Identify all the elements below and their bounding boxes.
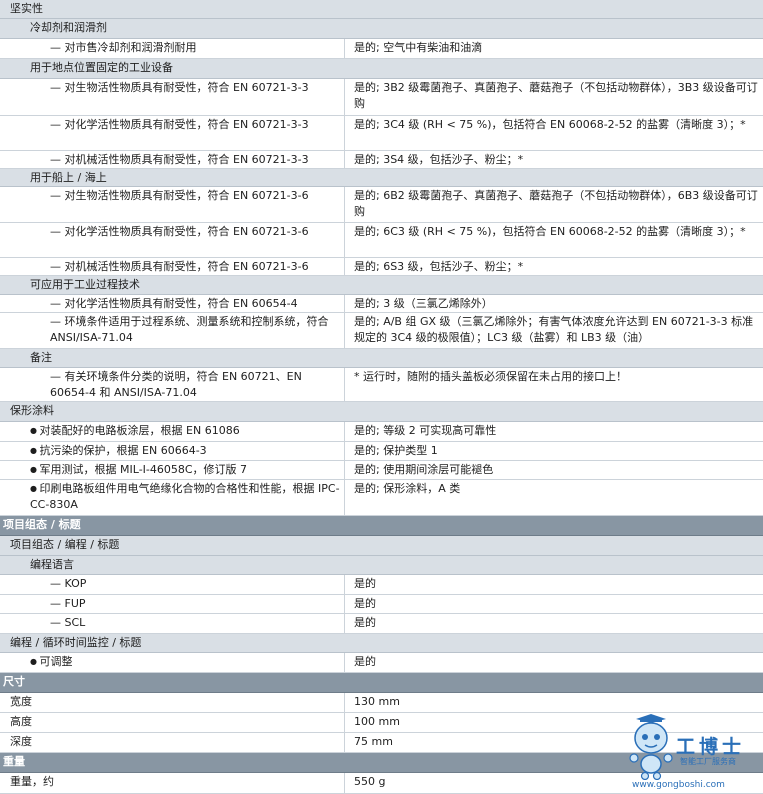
spec-row-width: 宽度 130 mm — [0, 693, 763, 713]
section-header-conformal-coating: 保形涂料 — [0, 402, 763, 422]
spec-label: 对生物活性物质具有耐受性，符合 EN 60721-3-3 — [50, 79, 340, 96]
spec-value: 是的; 保形涂料，A 类 — [354, 482, 461, 495]
spec-row-coating-61086: 对装配好的电路板涂层，根据 EN 61086 是的; 等级 2 可实现高可靠性 — [0, 422, 763, 442]
spec-value: 是的; 6C3 级 (RH < 75 %)，包括符合 EN 60068-2-52… — [354, 225, 746, 238]
spec-row-coating-60664: 抗污染的保护，根据 EN 60664-3 是的; 保护类型 1 — [0, 442, 763, 461]
spec-value: 是的; 保护类型 1 — [354, 444, 438, 457]
spec-value: 是的 — [354, 597, 376, 610]
robot-mascot-icon — [629, 714, 673, 780]
spec-value: 130 mm — [354, 695, 400, 708]
spec-label: FUP — [50, 595, 340, 612]
spec-row-mechanical-3-6: 对机械活性物质具有耐受性，符合 EN 60721-3-6 是的; 6S3 级，包… — [0, 258, 763, 276]
subsection-header-coolants: 冷却剂和润滑剂 — [0, 19, 763, 39]
major-header-configuration: 项目组态 / 标题 — [0, 516, 763, 536]
spec-label: 可调整 — [30, 653, 340, 670]
spec-row-coolant-resistance: 对市售冷却剂和润滑剂耐用 是的; 空气中有柴油和油滴 — [0, 39, 763, 59]
spec-row-adjustable: 可调整 是的 — [0, 653, 763, 673]
spec-label: 对化学活性物质具有耐受性，符合 EN 60721-3-6 — [50, 223, 340, 240]
spec-label: 对化学活性物质具有耐受性，符合 EN 60654-4 — [50, 295, 340, 312]
subsection-title: 备注 — [30, 351, 52, 364]
spec-label: 环境条件适用于过程系统、测量系统和控制系统，符合 ANSI/ISA-71.04 — [50, 313, 340, 346]
spec-value: * 运行时，随附的插头盖板必须保留在未占用的接口上！ — [354, 370, 627, 383]
spec-row-lang-fup: FUP 是的 — [0, 595, 763, 614]
spec-value: 是的 — [354, 655, 376, 668]
subsection-header-stationary-use: 用于地点位置固定的工业设备 — [0, 59, 763, 79]
subsection-title: 冷却剂和润滑剂 — [30, 21, 107, 34]
spec-value: 是的; 使用期间涂层可能褪色 — [354, 463, 494, 476]
watermark-url: www.gongboshi.com — [632, 780, 725, 790]
spec-label: 对机械活性物质具有耐受性，符合 EN 60721-3-3 — [50, 151, 340, 168]
spec-row-lang-scl: SCL 是的 — [0, 614, 763, 634]
spec-row-mechanical-3-3: 对机械活性物质具有耐受性，符合 EN 60721-3-3 是的; 3S4 级，包… — [0, 151, 763, 169]
section-header-programming: 项目组态 / 编程 / 标题 — [0, 536, 763, 556]
spec-label: 深度 — [10, 735, 32, 748]
section-title: 编程 / 循环时间监控 / 标题 — [10, 636, 142, 649]
watermark-logo: 工博士 智能工厂服务商 www.gongboshi.com — [626, 712, 763, 794]
watermark-tagline: 智能工厂服务商 — [680, 757, 736, 766]
spec-row-chemical-3-3: 对化学活性物质具有耐受性，符合 EN 60721-3-3 是的; 3C4 级 (… — [0, 116, 763, 151]
subsection-header-process-tech: 可应用于工业过程技术 — [0, 276, 763, 295]
section-header-cycle-monitoring: 编程 / 循环时间监控 / 标题 — [0, 634, 763, 653]
major-header-dimensions: 尺寸 — [0, 673, 763, 693]
section-header-robustness: 坚实性 — [0, 0, 763, 19]
spec-value: 是的; 6B2 级霉菌孢子、真菌孢子、蘑菇孢子（不包括动物群体），6B3 级设备… — [354, 189, 758, 218]
spec-value: 是的; 3B2 级霉菌孢子、真菌孢子、蘑菇孢子（不包括动物群体），3B3 级设备… — [354, 81, 758, 110]
spec-sheet: 坚实性 冷却剂和润滑剂 对市售冷却剂和润滑剂耐用 是的; 空气中有柴油和油滴 用… — [0, 0, 763, 794]
spec-label: 对市售冷却剂和润滑剂耐用 — [50, 39, 340, 56]
subsection-header-remarks: 备注 — [0, 349, 763, 368]
spec-row-coating-mil: 军用测试，根据 MIL-I-46058C，修订版 7 是的; 使用期间涂层可能褪… — [0, 461, 763, 480]
subsection-title: 用于船上 / 海上 — [30, 171, 107, 184]
spec-value: 是的; 3 级（三氯乙烯除外） — [354, 297, 493, 310]
subsection-title: 用于地点位置固定的工业设备 — [30, 61, 173, 74]
spec-label: 对机械活性物质具有耐受性，符合 EN 60721-3-6 — [50, 258, 340, 275]
spec-label: 宽度 — [10, 695, 32, 708]
spec-value: 是的; A/B 组 GX 级（三氯乙烯除外；有害气体浓度允许达到 EN 6072… — [354, 315, 754, 344]
spec-value: 是的; 3S4 级，包括沙子、粉尘；* — [354, 153, 524, 166]
watermark-brand: 工博士 — [676, 736, 746, 758]
spec-label: 对化学活性物质具有耐受性，符合 EN 60721-3-3 — [50, 116, 340, 133]
subsection-title: 可应用于工业过程技术 — [30, 278, 140, 291]
spec-label: 有关环境条件分类的说明，符合 EN 60721、EN 60654-4 和 ANS… — [50, 368, 340, 401]
subsection-header-ship-use: 用于船上 / 海上 — [0, 169, 763, 187]
spec-value: 是的; 6S3 级，包括沙子、粉尘；* — [354, 260, 524, 273]
spec-label: 高度 — [10, 715, 32, 728]
spec-value: 是的; 等级 2 可实现高可靠性 — [354, 424, 497, 437]
major-title: 项目组态 / 标题 — [3, 518, 81, 531]
spec-row-chemical-60654: 对化学活性物质具有耐受性，符合 EN 60654-4 是的; 3 级（三氯乙烯除… — [0, 295, 763, 313]
spec-label: 抗污染的保护，根据 EN 60664-3 — [30, 442, 340, 459]
spec-row-chemical-3-6: 对化学活性物质具有耐受性，符合 EN 60721-3-6 是的; 6C3 级 (… — [0, 223, 763, 258]
spec-label: 对生物活性物质具有耐受性，符合 EN 60721-3-6 — [50, 187, 340, 204]
spec-label: 重量，约 — [10, 775, 54, 788]
section-title: 保形涂料 — [10, 404, 54, 417]
spec-label: 印刷电路板组件用电气绝缘化合物的合格性和性能，根据 IPC-CC-830A — [30, 480, 340, 513]
spec-value: 是的; 空气中有柴油和油滴 — [354, 41, 483, 54]
spec-label: KOP — [50, 575, 340, 592]
spec-label: 军用测试，根据 MIL-I-46058C，修订版 7 — [30, 461, 340, 478]
spec-value: 是的 — [354, 577, 376, 590]
spec-row-lang-kop: KOP 是的 — [0, 575, 763, 595]
spec-row-biological-3-6: 对生物活性物质具有耐受性，符合 EN 60721-3-6 是的; 6B2 级霉菌… — [0, 187, 763, 223]
section-title: 坚实性 — [10, 2, 43, 15]
spec-row-biological-3-3: 对生物活性物质具有耐受性，符合 EN 60721-3-3 是的; 3B2 级霉菌… — [0, 79, 763, 116]
spec-label: SCL — [50, 614, 340, 631]
spec-label: 对装配好的电路板涂层，根据 EN 61086 — [30, 422, 340, 439]
subsection-header-languages: 编程语言 — [0, 556, 763, 575]
subsection-title: 编程语言 — [30, 558, 74, 571]
spec-row-isa-71-04: 环境条件适用于过程系统、测量系统和控制系统，符合 ANSI/ISA-71.04 … — [0, 313, 763, 349]
section-title: 项目组态 / 编程 / 标题 — [10, 538, 120, 551]
spec-row-remarks-note: 有关环境条件分类的说明，符合 EN 60721、EN 60654-4 和 ANS… — [0, 368, 763, 402]
spec-value: 是的 — [354, 616, 376, 629]
major-title: 尺寸 — [3, 675, 25, 688]
spec-row-coating-ipc: 印刷电路板组件用电气绝缘化合物的合格性和性能，根据 IPC-CC-830A 是的… — [0, 480, 763, 516]
spec-value: 是的; 3C4 级 (RH < 75 %)，包括符合 EN 60068-2-52… — [354, 118, 746, 131]
